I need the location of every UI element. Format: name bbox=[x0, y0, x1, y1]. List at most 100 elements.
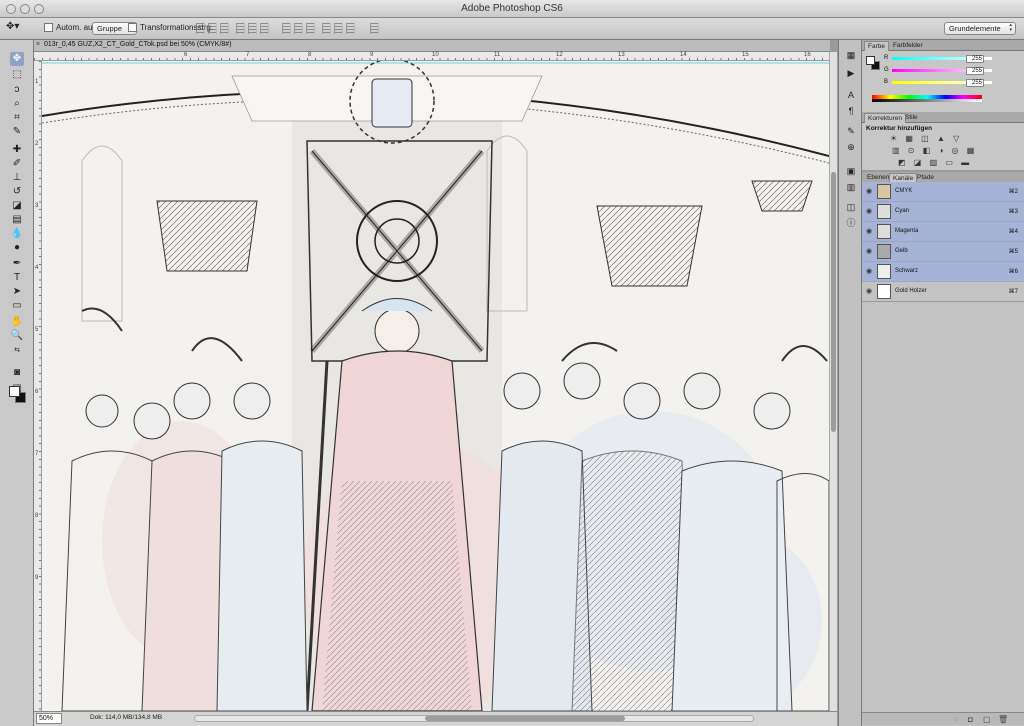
vertical-ruler[interactable]: 1 2 3 4 5 6 7 8 9 bbox=[34, 61, 42, 711]
navigator-panel-icon[interactable]: ▣ bbox=[846, 166, 856, 176]
crop-tool-icon[interactable]: ⌗ bbox=[10, 111, 24, 125]
type-tool-icon[interactable]: T bbox=[10, 271, 24, 285]
adjustment-icons-row-1[interactable]: ☀ ▦ ◫ ▲ ▽ bbox=[890, 134, 962, 143]
tab-pfade[interactable]: Pfade bbox=[914, 173, 937, 182]
distribute-top-icon[interactable] bbox=[282, 23, 291, 34]
marquee-tool-icon[interactable]: ⬚ bbox=[10, 68, 24, 82]
visibility-eye-icon[interactable]: ◉ bbox=[866, 187, 874, 196]
dodge-tool-icon[interactable]: ● bbox=[10, 241, 24, 255]
delete-channel-icon[interactable]: 🗑 bbox=[998, 715, 1008, 724]
visibility-eye-icon[interactable]: ◉ bbox=[866, 267, 874, 276]
horizontal-ruler[interactable]: 6 7 8 9 10 11 12 13 14 15 16 bbox=[34, 52, 830, 61]
adjustment-icons-row-3[interactable]: ◩ ◪ ▨ ▭ ▬ bbox=[898, 158, 972, 167]
workspace-dropdown[interactable]: Grundelemente bbox=[944, 22, 1016, 35]
visibility-eye-icon[interactable]: ◉ bbox=[866, 227, 874, 236]
zoom-tool-icon[interactable]: 🔍 bbox=[10, 329, 24, 343]
auto-align-layers-icon[interactable] bbox=[370, 23, 379, 34]
distribute-left-icon[interactable] bbox=[322, 23, 331, 34]
document-canvas[interactable] bbox=[42, 61, 829, 711]
slider-b-value[interactable]: 255 bbox=[966, 79, 984, 87]
quick-mask-icon[interactable]: ◙ bbox=[10, 366, 24, 380]
options-bar: ✥▾ Autom. ausw.: Gruppe Transformationss… bbox=[0, 18, 1024, 40]
title-bar: Adobe Photoshop CS6 bbox=[0, 0, 1024, 18]
channel-shortcut: ⌘4 bbox=[1008, 229, 1018, 235]
channel-row-gelb[interactable]: ◉ Gelb ⌘5 bbox=[862, 242, 1024, 262]
slider-r-value[interactable]: 255 bbox=[966, 55, 984, 63]
document-tab[interactable]: × 013r_0,45 GUZ,X2_CT_Gold_CTok.psd bei … bbox=[34, 40, 830, 52]
vertical-scrollbar[interactable] bbox=[829, 52, 837, 711]
foreground-color-swatch[interactable] bbox=[9, 386, 20, 397]
move-tool-preset-icon[interactable]: ✥▾ bbox=[6, 21, 19, 33]
info-panel-icon[interactable]: ⓘ bbox=[846, 218, 856, 228]
brush-tool-icon[interactable]: ✐ bbox=[10, 157, 24, 171]
clone-stamp-tool-icon[interactable]: ⊥ bbox=[10, 171, 24, 185]
color-spectrum-bar[interactable] bbox=[872, 95, 982, 102]
channel-row-magenta[interactable]: ◉ Magenta ⌘4 bbox=[862, 222, 1024, 242]
channel-row-schwarz[interactable]: ◉ Schwarz ⌘6 bbox=[862, 262, 1024, 282]
ruler-label: 7 bbox=[246, 52, 250, 58]
visibility-eye-icon[interactable]: ◉ bbox=[866, 207, 874, 216]
horizontal-scrollbar[interactable] bbox=[194, 715, 754, 722]
align-bottom-icon[interactable] bbox=[220, 23, 229, 34]
new-channel-icon[interactable]: ▢ bbox=[983, 715, 991, 724]
blur-tool-icon[interactable]: 💧 bbox=[10, 227, 24, 241]
shape-tool-icon[interactable]: ▭ bbox=[10, 299, 24, 313]
visibility-eye-icon[interactable]: ◉ bbox=[866, 287, 874, 296]
load-channel-as-selection-icon[interactable]: ◌ bbox=[954, 715, 959, 724]
path-selection-tool-icon[interactable]: ➤ bbox=[10, 285, 24, 299]
visibility-eye-icon[interactable]: ◉ bbox=[866, 247, 874, 256]
actions-panel-icon[interactable]: ▶ bbox=[846, 68, 856, 78]
swap-colors-icon[interactable]: ⇆ bbox=[10, 344, 24, 358]
document-size[interactable]: Dok: 114,0 MB/134,8 MB bbox=[90, 714, 162, 721]
tab-stile[interactable]: Stile bbox=[902, 113, 921, 122]
slider-g-value[interactable]: 255 bbox=[966, 67, 984, 75]
history-brush-tool-icon[interactable]: ↺ bbox=[10, 185, 24, 199]
align-left-icon[interactable] bbox=[236, 23, 245, 34]
save-selection-as-channel-icon[interactable]: ◘ bbox=[968, 715, 973, 724]
tab-farbfelder[interactable]: Farbfelder bbox=[890, 41, 926, 50]
brush-panel-icon[interactable]: ✎ bbox=[846, 126, 856, 136]
horizontal-scroll-thumb[interactable] bbox=[425, 716, 625, 721]
channel-shortcut: ⌘7 bbox=[1008, 289, 1018, 295]
layer-comps-panel-icon[interactable]: ◫ bbox=[846, 202, 856, 212]
distribute-bottom-icon[interactable] bbox=[306, 23, 315, 34]
channel-row-gold-holzer[interactable]: ◉ Gold Holzer ⌘7 bbox=[862, 282, 1024, 302]
gradient-tool-icon[interactable]: ▤ bbox=[10, 213, 24, 227]
ruler-label: 9 bbox=[370, 52, 374, 58]
pen-tool-icon[interactable]: ✒ bbox=[10, 257, 24, 271]
align-hcenter-icon[interactable] bbox=[248, 23, 257, 34]
slider-g-label: G bbox=[884, 67, 889, 73]
history-panel-icon[interactable]: ▦ bbox=[846, 50, 856, 60]
close-document-icon[interactable]: × bbox=[36, 41, 40, 48]
channel-name: CMYK bbox=[895, 188, 913, 194]
align-top-icon[interactable] bbox=[196, 23, 205, 34]
align-vcenter-icon[interactable] bbox=[208, 23, 217, 34]
align-right-icon[interactable] bbox=[260, 23, 269, 34]
adjustment-icons-row-2[interactable]: ▥ ⊙ ◧ ◑ ◎ ▦ bbox=[892, 146, 977, 155]
eraser-tool-icon[interactable]: ◪ bbox=[10, 199, 24, 213]
panel-foreground-swatch[interactable] bbox=[866, 56, 875, 65]
ruler-label: 1 bbox=[35, 79, 39, 85]
move-tool-icon[interactable]: ✥ bbox=[10, 52, 24, 66]
character-panel-icon[interactable]: A bbox=[846, 90, 856, 100]
paragraph-panel-icon[interactable]: ¶ bbox=[846, 106, 856, 116]
eyedropper-tool-icon[interactable]: ✎ bbox=[10, 125, 24, 139]
clone-source-panel-icon[interactable]: ⊕ bbox=[846, 142, 856, 152]
channel-row-cyan[interactable]: ◉ Cyan ⌘3 bbox=[862, 202, 1024, 222]
distribute-vcenter-icon[interactable] bbox=[294, 23, 303, 34]
vertical-scroll-thumb[interactable] bbox=[831, 172, 836, 432]
histogram-panel-icon[interactable]: ▥ bbox=[846, 182, 856, 192]
adjustments-panel-tabs: Korrekturen Stile bbox=[862, 112, 1024, 123]
healing-brush-tool-icon[interactable]: ✚ bbox=[10, 143, 24, 157]
checkbox-icon bbox=[128, 23, 137, 33]
quick-selection-tool-icon[interactable]: ⌕ bbox=[10, 97, 24, 111]
hand-tool-icon[interactable]: ✋ bbox=[10, 315, 24, 329]
zoom-field[interactable]: 50% bbox=[36, 713, 62, 724]
tab-korrekturen[interactable]: Korrekturen bbox=[864, 113, 906, 123]
distribute-hcenter-icon[interactable] bbox=[334, 23, 343, 34]
ruler-label: 9 bbox=[35, 575, 39, 581]
distribute-right-icon[interactable] bbox=[346, 23, 355, 34]
channel-row-cmyk[interactable]: ◉ CMYK ⌘2 bbox=[862, 182, 1024, 202]
lasso-tool-icon[interactable]: ↄ bbox=[10, 83, 24, 97]
tab-farbe[interactable]: Farbe bbox=[864, 41, 889, 51]
